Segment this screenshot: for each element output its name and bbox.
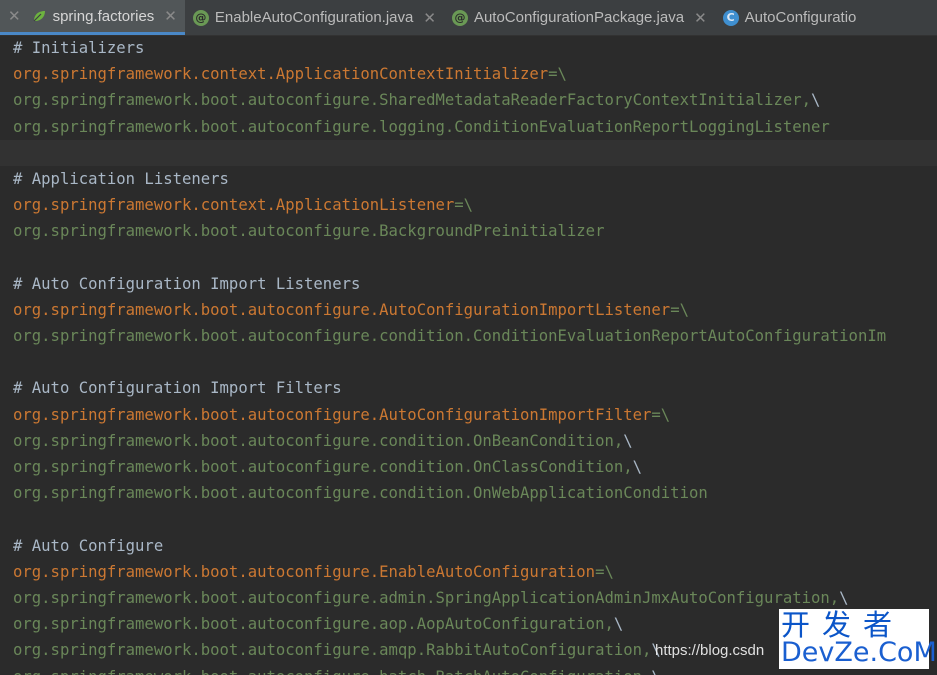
editor-tab-bar: ✕ spring.factories ✕ @ EnableAutoConfigurati… [0,0,937,36]
leaf-icon [31,8,47,24]
close-icon[interactable]: ✕ [423,9,436,27]
code-line[interactable] [0,506,937,532]
property-key: org.springframework.boot.autoconfigure.A… [13,300,671,319]
code-line[interactable] [0,349,937,375]
property-value: org.springframework.boot.autoconfigure.c… [13,484,708,503]
code-line[interactable]: # Initializers [0,35,937,61]
code-line[interactable]: org.springframework.boot.autoconfigure.c… [0,454,937,480]
code-line[interactable]: org.springframework.context.ApplicationC… [0,61,937,87]
tab-label: AutoConfiguratio [744,9,857,26]
property-value: org.springframework.boot.autoconfigure.S… [13,91,811,110]
comment-text: # Initializers [13,39,145,57]
code-line[interactable]: # Auto Configuration Import Listeners [0,271,937,297]
property-value: org.springframework.boot.autoconfigure.B… [13,222,605,241]
code-line[interactable]: org.springframework.boot.autoconfigure.B… [0,218,937,244]
line-continuation: =\ [651,405,671,424]
property-value: org.springframework.boot.autoconfigure.c… [13,431,624,450]
code-line[interactable]: org.springframework.boot.autoconfigure.l… [0,114,937,140]
comment-text: # Auto Configuration Import Filters [13,379,342,398]
tab-0[interactable]: ✕ spring.factories ✕ [0,0,185,35]
code-line[interactable]: org.springframework.boot.autoconfigure.A… [0,402,937,428]
watermark-text: https://blog.csdn [655,642,765,659]
close-icon[interactable]: ✕ [8,7,21,25]
property-value: org.springframework.boot.autoconfigure.a… [13,588,840,607]
code-line[interactable]: org.springframework.boot.autoconfigure.c… [0,323,937,349]
line-continuation: \ [632,458,643,476]
line-continuation: =\ [548,65,567,84]
code-line[interactable]: # Auto Configuration Import Filters [0,375,937,401]
line-continuation: \ [623,431,633,450]
tab-1[interactable]: @ EnableAutoConfiguration.java ✕ [185,0,444,35]
close-icon[interactable]: ✕ [694,9,707,27]
property-value: org.springframework.boot.autoconfigure.c… [13,327,887,346]
comment-text: # Application Listeners [13,169,229,188]
site-logo: 开发者 DevZe.CoM [779,609,937,669]
line-continuation: =\ [670,300,689,319]
tab-label: EnableAutoConfiguration.java [214,9,414,26]
property-value: org.springframework.boot.autoconfigure.c… [13,458,633,476]
tab-2[interactable]: @ AutoConfigurationPackage.java ✕ [444,0,715,35]
code-line[interactable]: org.springframework.context.ApplicationL… [0,192,937,218]
property-key: org.springframework.boot.autoconfigure.A… [13,405,652,424]
code-line[interactable]: org.springframework.boot.autoconfigure.c… [0,428,937,454]
code-line[interactable]: # Application Listeners [0,166,937,192]
line-continuation: \ [613,615,624,634]
annotation-icon: @ [451,9,468,26]
close-icon[interactable]: ✕ [164,7,177,25]
line-continuation: \ [651,668,660,675]
comment-text: # Auto Configuration Import Listeners [13,274,361,293]
code-editor[interactable]: # Initializers org.springframework.contex… [0,35,937,675]
property-key: org.springframework.boot.autoconfigure.E… [13,562,596,581]
property-value: org.springframework.boot.autoconfigure.a… [13,641,652,660]
code-line[interactable]: # Auto Configure [0,533,937,559]
property-value: org.springframework.boot.autoconfigure.b… [13,668,651,675]
class-icon: C [722,9,739,26]
tab-label: AutoConfigurationPackage.java [473,9,685,26]
code-line[interactable]: org.springframework.boot.autoconfigure.E… [0,559,937,585]
annotation-icon: @ [192,9,209,26]
comment-text: # Auto Configure [13,536,164,555]
code-line[interactable]: org.springframework.boot.autoconfigure.c… [0,480,937,506]
logo-english-text: DevZe.CoM [781,637,937,668]
property-value: org.springframework.boot.autoconfigure.l… [13,117,830,136]
code-line[interactable]: org.springframework.boot.autoconfigure.A… [0,297,937,323]
line-continuation: \ [811,91,821,110]
property-value: org.springframework.boot.autoconfigure.a… [13,615,614,634]
code-line[interactable] [0,139,937,166]
line-continuation: =\ [454,196,474,215]
tab-label: spring.factories [52,7,155,25]
tab-3[interactable]: C AutoConfiguratio [715,0,865,35]
code-line[interactable] [0,245,937,271]
property-key: org.springframework.context.ApplicationC… [13,65,549,84]
line-continuation: \ [839,588,849,607]
property-key: org.springframework.context.ApplicationL… [13,196,455,215]
code-line[interactable]: org.springframework.boot.autoconfigure.S… [0,87,937,113]
line-continuation: =\ [595,562,614,581]
